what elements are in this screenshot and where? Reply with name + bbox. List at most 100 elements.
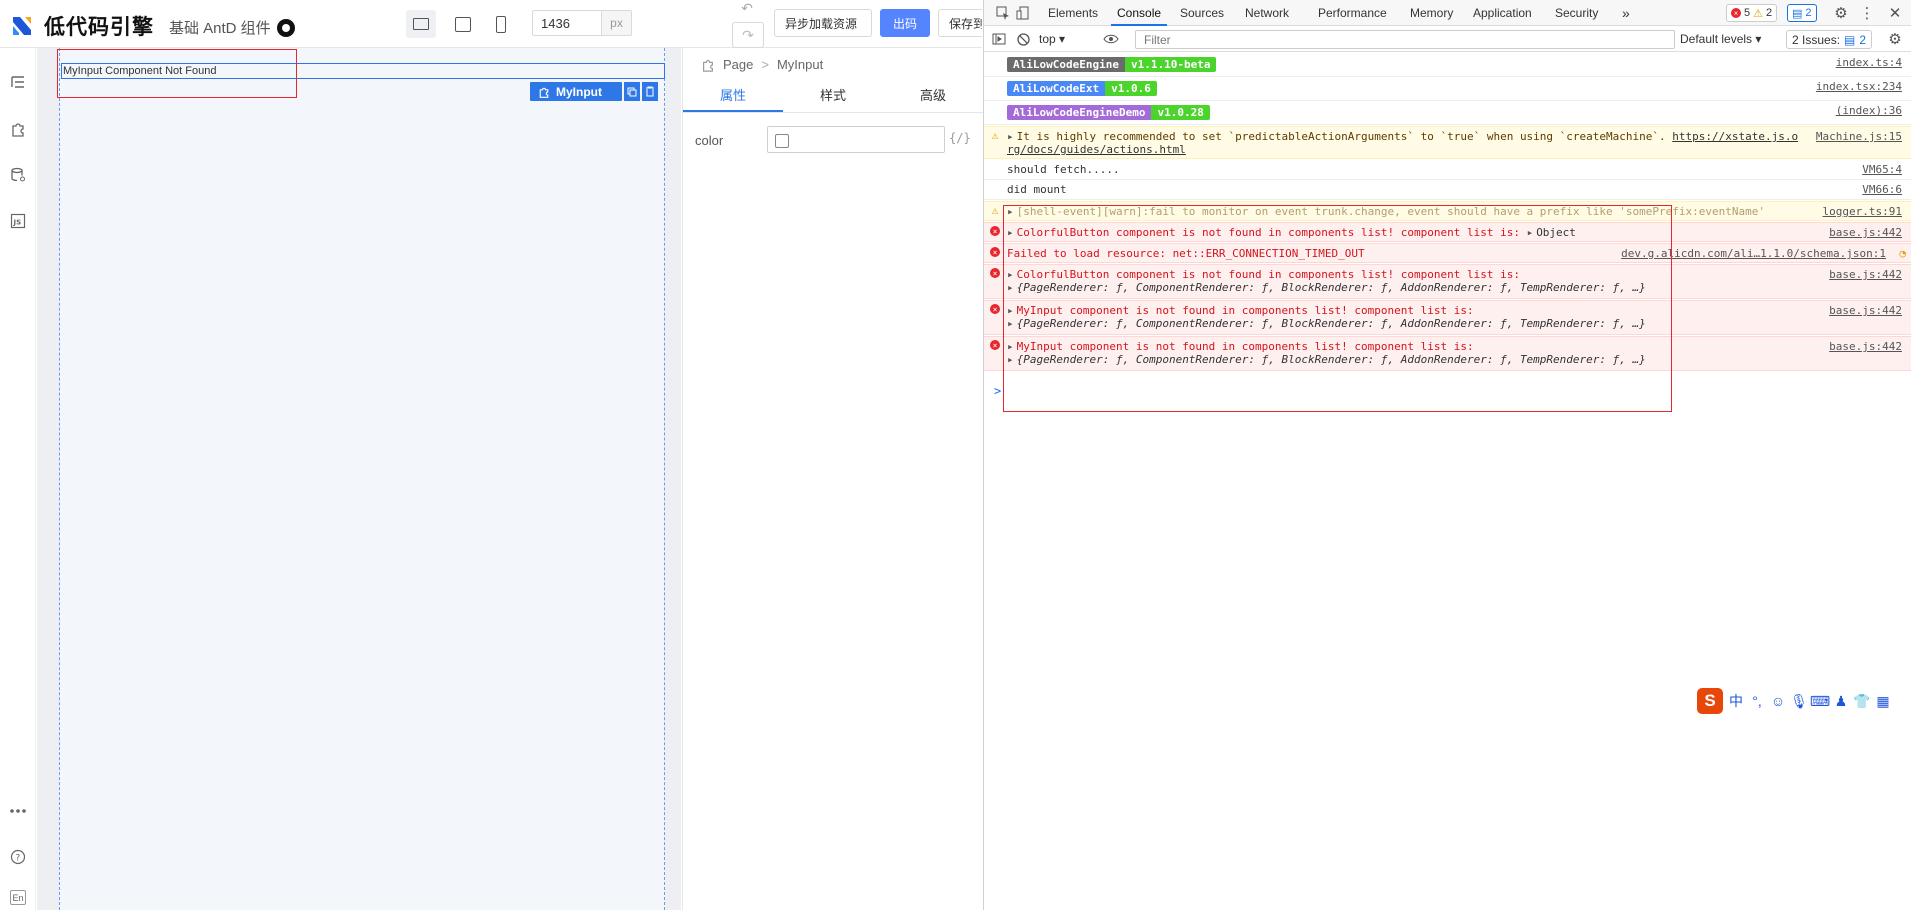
ime-punctuation[interactable]: °, — [1749, 693, 1765, 709]
console-settings-icon[interactable]: ⚙ — [1886, 30, 1904, 48]
tab-style[interactable]: 样式 — [783, 81, 883, 112]
tab-advanced[interactable]: 高级 — [883, 81, 983, 112]
async-load-button[interactable]: 异步加载资源 — [774, 9, 872, 37]
outline-tree-icon[interactable] — [9, 73, 27, 91]
desktop-icon — [413, 18, 429, 30]
help-icon[interactable]: ? — [9, 848, 27, 866]
language-toggle[interactable]: En — [10, 890, 26, 905]
device-tablet-button[interactable] — [448, 10, 478, 38]
warning-text: It is highly recommended to set `predict… — [1016, 130, 1673, 143]
tab-performance[interactable]: Performance — [1312, 0, 1393, 26]
canvas-page[interactable] — [59, 48, 665, 910]
close-devtools-icon[interactable]: ✕ — [1886, 4, 1904, 22]
github-icon[interactable] — [276, 18, 295, 37]
issues-button[interactable]: 2 Issues: ▤ 2 — [1786, 30, 1873, 49]
color-swatch[interactable] — [775, 134, 789, 148]
delete-component-icon[interactable] — [642, 82, 658, 101]
source-link[interactable]: VM66:6 — [1862, 183, 1902, 196]
component-icon — [703, 59, 713, 72]
microphone-icon[interactable]: 🎙 — [1790, 693, 1808, 709]
canvas-width-input[interactable]: 1436 px — [532, 10, 632, 36]
messages-badge[interactable]: ▤ 2 — [1787, 4, 1817, 22]
save-local-button[interactable]: 保存到本地 — [938, 9, 982, 37]
docs-link-continued[interactable]: rg/docs/guides/actions.html — [1007, 143, 1186, 156]
version-badge: AliLowCodeEngine v1.1.10-beta — [1007, 57, 1217, 72]
export-code-button[interactable]: 出码 — [880, 9, 930, 37]
version-badge: AliLowCodeEngineDemo v1.0.28 — [1007, 105, 1210, 120]
error-icon: × — [990, 226, 1000, 236]
tab-props[interactable]: 属性 — [683, 81, 783, 112]
datasource-icon[interactable] — [9, 166, 27, 184]
tab-network[interactable]: Network — [1239, 0, 1295, 26]
docs-link[interactable]: https://xstate.js.o — [1672, 130, 1798, 143]
variable-binding-button[interactable]: {/} — [949, 131, 971, 145]
sidebar-toggle-icon[interactable] — [990, 30, 1008, 48]
source-link[interactable]: VM65:4 — [1862, 163, 1902, 176]
tab-sources[interactable]: Sources — [1174, 0, 1230, 26]
settings-tabs: 属性 样式 高级 — [683, 81, 983, 113]
network-warning-icon[interactable]: ◔ — [1899, 247, 1906, 260]
console-prompt[interactable]: > — [994, 384, 1001, 398]
source-link[interactable]: index.tsx:234 — [1816, 80, 1902, 93]
breadcrumb-page[interactable]: Page — [723, 57, 753, 72]
sogou-ime-logo[interactable]: S — [1697, 688, 1723, 714]
warning-icon: ⚠ — [991, 203, 999, 217]
context-selector[interactable]: top ▾ — [1039, 32, 1065, 46]
js-code-icon[interactable]: JS — [9, 212, 27, 230]
version-badge: AliLowCodeExt v1.0.6 — [1007, 81, 1157, 96]
issues-count: 2 — [1859, 32, 1867, 47]
toolbox-grid-icon[interactable]: ▦ — [1875, 693, 1891, 709]
inspect-element-icon[interactable] — [994, 4, 1012, 22]
live-expression-eye-icon[interactable] — [1102, 30, 1120, 48]
copy-component-icon[interactable] — [624, 82, 640, 101]
settings-pane: Page > MyInput 属性 样式 高级 color {/} — [682, 48, 983, 910]
kebab-menu-icon[interactable]: ⋮ — [1858, 4, 1876, 22]
warning-icon: ⚠ — [1753, 7, 1763, 20]
source-link[interactable]: logger.ts:91 — [1823, 205, 1902, 218]
tab-application[interactable]: Application — [1467, 0, 1538, 26]
emoji-icon[interactable]: ☺ — [1770, 693, 1786, 709]
console-filter-input[interactable]: Filter — [1135, 30, 1675, 49]
settings-gear-icon[interactable]: ⚙ — [1832, 4, 1850, 22]
source-link[interactable]: Machine.js:15 — [1816, 130, 1902, 143]
log-message: should fetch..... — [1007, 163, 1120, 176]
source-link[interactable]: base.js:442 — [1829, 340, 1902, 353]
user-icon[interactable]: ♟ — [1833, 693, 1849, 709]
device-desktop-button[interactable] — [406, 10, 436, 38]
source-link[interactable]: (index):36 — [1836, 104, 1902, 117]
tab-security[interactable]: Security — [1549, 0, 1604, 26]
tab-memory[interactable]: Memory — [1404, 0, 1459, 26]
ime-language[interactable]: 中 — [1728, 693, 1744, 709]
selected-component-name: MyInput — [556, 84, 602, 99]
issues-label: 2 Issues: — [1792, 32, 1841, 47]
more-tabs-button[interactable]: » — [1616, 0, 1636, 26]
undo-button[interactable]: ↶ — [732, 0, 762, 20]
prop-color-input[interactable] — [767, 126, 945, 153]
badge-name: AliLowCodeEngine — [1007, 57, 1125, 72]
clear-console-icon[interactable] — [1014, 30, 1032, 48]
redo-button[interactable]: ↷ — [732, 22, 764, 48]
tab-console[interactable]: Console — [1111, 0, 1168, 26]
keyboard-icon[interactable]: ⌨ — [1810, 693, 1830, 709]
device-phone-button[interactable] — [486, 10, 516, 38]
canvas-width-value[interactable]: 1436 — [533, 11, 601, 35]
tab-elements[interactable]: Elements — [1042, 0, 1104, 26]
device-toolbar-icon[interactable] — [1014, 4, 1032, 22]
warning-message[interactable]: ▸ It is highly recommended to set `predic… — [1007, 130, 1798, 143]
skin-shirt-icon[interactable]: 👕 — [1853, 693, 1870, 709]
log-levels-dropdown[interactable]: Default levels ▾ — [1680, 32, 1761, 46]
source-link[interactable]: base.js:442 — [1829, 268, 1902, 281]
more-icon[interactable] — [9, 802, 27, 820]
console-counts-badge[interactable]: × 5 ⚠ 2 — [1726, 4, 1778, 22]
source-link[interactable]: index.ts:4 — [1836, 56, 1902, 69]
console-output: AliLowCodeEngine v1.1.10-beta index.ts:4… — [984, 53, 1911, 910]
logo[interactable]: 低代码引擎 — [10, 11, 154, 41]
source-link[interactable]: base.js:442 — [1829, 226, 1902, 239]
badge-version: v1.0.28 — [1151, 105, 1210, 120]
components-icon[interactable] — [9, 120, 27, 138]
logo-text: 低代码引擎 — [44, 15, 154, 39]
badge-version: v1.0.6 — [1105, 81, 1157, 96]
source-link[interactable]: base.js:442 — [1829, 304, 1902, 317]
expand-arrow-icon[interactable]: ▸ — [1007, 130, 1014, 143]
selected-component-tag[interactable]: MyInput — [530, 82, 622, 101]
